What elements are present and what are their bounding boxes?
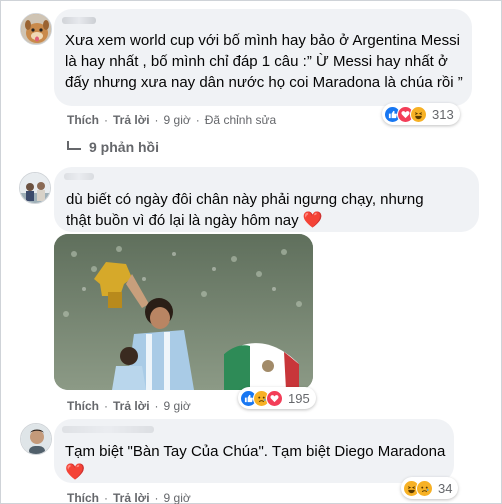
like-action[interactable]: Thích [67,399,99,413]
heart-emoji: ❤️ [65,464,85,481]
like-action[interactable]: Thích [67,491,99,504]
separator-dot: · [154,491,159,504]
reaction-count: 195 [288,390,310,406]
timestamp[interactable]: 9 giờ [164,113,191,127]
author-name-redacted[interactable] [62,17,96,24]
reply-action[interactable]: Trả lời [113,491,150,504]
avatar[interactable] [19,172,51,204]
separator-dot: · [104,113,108,127]
like-action[interactable]: Thích [67,113,99,127]
avatar[interactable] [20,423,52,455]
person-avatar-image [21,424,51,454]
haha-icon [410,105,427,123]
reaction-count: 34 [438,480,453,496]
reaction-count: 313 [432,106,454,122]
comment-text-body: Tạm biệt "Bàn Tay Của Chúa". Tạm biệt Di… [65,443,446,460]
author-name-redacted[interactable] [62,426,154,433]
separator-dot: · [195,113,200,127]
comment-actions: Thích · Trả lời · 9 giờ [67,399,191,413]
comment-text-line-1: dù biết có ngày đôi chân này phải ngưng … [66,191,424,208]
separator-dot: · [104,491,108,504]
comment-text: Tạm biệt "Bàn Tay Của Chúa". Tạm biệt Di… [65,441,451,483]
timestamp[interactable]: 9 giờ [164,491,191,504]
view-replies-link[interactable]: 9 phản hồi [67,139,159,155]
love-icon [266,389,283,407]
comment-actions: Thích · Trả lời · 9 giờ · Đã chỉnh sửa [67,113,276,127]
reply-action[interactable]: Trả lời [113,113,150,127]
comment-text-line-2: thật buồn vì đó lại là ngày hôm nay ❤️ [66,210,476,231]
comment-photo-maradona-trophy[interactable] [54,234,313,390]
comment-actions: Thích · Trả lời · 9 giờ [67,491,191,504]
sad-icon [416,479,433,497]
separator-dot: · [104,399,108,413]
reaction-summary[interactable]: 195 [238,387,316,409]
maradona-photo-image [54,234,313,390]
comment-text: Xưa xem world cup với bố mình hay bảo ở … [65,32,463,91]
reaction-summary[interactable]: 34 [401,477,459,499]
separator-dot: · [154,113,159,127]
reaction-summary[interactable]: 313 [382,103,460,125]
replies-count-label: 9 phản hồi [89,139,159,155]
comment-text: thật buồn vì đó lại là ngày hôm nay [66,212,299,229]
separator-dot: · [154,399,159,413]
group-photo-avatar-image [20,173,50,203]
reply-action[interactable]: Trả lời [113,399,150,413]
avatar[interactable] [20,13,52,45]
edited-label: Đã chỉnh sửa [204,113,277,127]
timestamp[interactable]: 9 giờ [164,399,191,413]
heart-emoji: ❤️ [302,212,323,229]
author-name-redacted[interactable] [64,173,94,180]
dog-avatar-image [21,14,51,44]
reply-arrow-icon [67,140,81,150]
